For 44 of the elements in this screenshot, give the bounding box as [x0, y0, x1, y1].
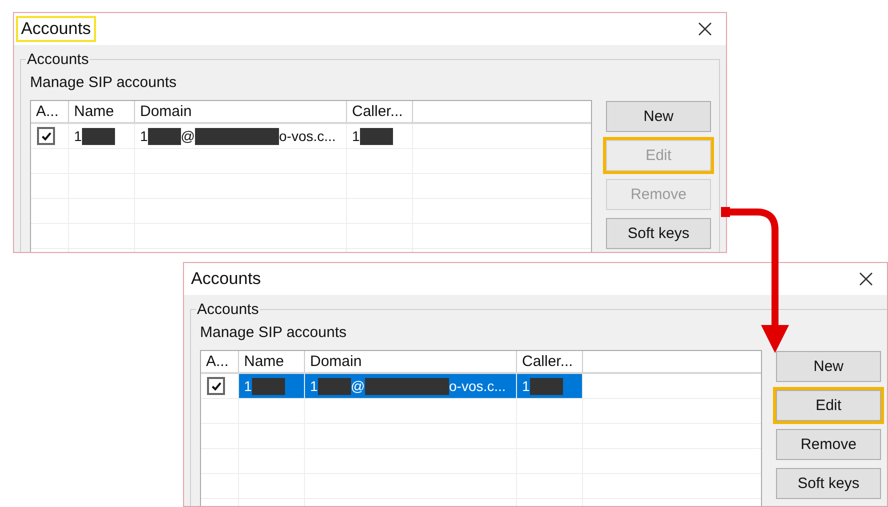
redaction-bar — [252, 378, 285, 394]
cell-text: @ — [350, 377, 366, 395]
column-header[interactable]: Caller... — [347, 101, 413, 122]
column-header[interactable]: Domain — [305, 351, 517, 372]
redaction-bar — [318, 378, 351, 394]
window-title: Accounts — [190, 268, 262, 290]
cell-text: o-vos.c... — [279, 127, 336, 145]
caption-text: Manage SIP accounts — [30, 74, 178, 91]
dialog-button[interactable]: Soft keys — [606, 218, 711, 249]
redaction-bar — [148, 128, 181, 144]
cell-text: 1 — [140, 127, 148, 145]
dialog-button[interactable]: Remove — [776, 429, 881, 460]
cell-text: 1 — [352, 127, 360, 145]
check-icon — [210, 380, 222, 392]
dialog-button[interactable]: Edit — [776, 390, 881, 421]
column-header[interactable]: A... — [31, 101, 69, 122]
cell-text: 1 — [244, 377, 252, 395]
dialog-button[interactable]: New — [776, 351, 881, 382]
cell-text: @ — [180, 127, 196, 145]
redaction-bar — [82, 128, 115, 144]
check-icon — [40, 130, 52, 142]
column-header[interactable]: Name — [239, 351, 305, 372]
dialog-button[interactable]: Soft keys — [776, 468, 881, 499]
cell-text: o-vos.c... — [449, 377, 506, 395]
group-label: Accounts — [26, 51, 90, 68]
table-row[interactable]: 1 1 @ o-vos.c... 1 — [201, 374, 761, 399]
column-header[interactable]: Caller... — [517, 351, 583, 372]
window-title: Accounts — [16, 16, 96, 42]
checkbox[interactable] — [37, 127, 55, 145]
cell-text: 1 — [522, 377, 530, 395]
caption-text: Manage SIP accounts — [200, 324, 348, 341]
close-icon[interactable] — [698, 22, 712, 36]
column-header[interactable]: A... — [201, 351, 239, 372]
close-icon[interactable] — [859, 272, 873, 286]
column-header[interactable]: Name — [69, 101, 135, 122]
table-row[interactable]: 1 1 @ o-vos.c... 1 — [31, 124, 591, 149]
cell-text: 1 — [310, 377, 318, 395]
checkbox[interactable] — [207, 377, 225, 395]
column-header[interactable]: Domain — [135, 101, 347, 122]
group-label: Accounts — [196, 301, 260, 318]
cell-text: 1 — [74, 127, 82, 145]
redaction-bar — [360, 128, 393, 144]
redaction-bar — [530, 378, 563, 394]
dialog-button[interactable]: New — [606, 101, 711, 132]
